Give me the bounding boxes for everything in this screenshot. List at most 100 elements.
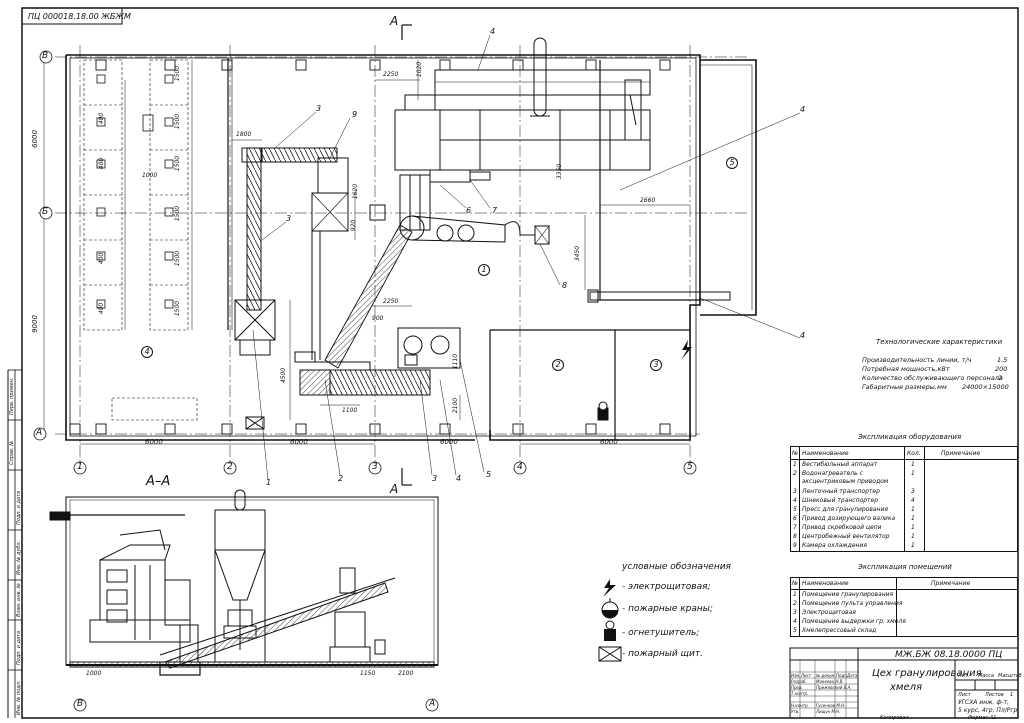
dim-2100-plan: 2100: [452, 397, 460, 414]
extinguisher-icon: [597, 401, 609, 421]
room-5-marker: 5: [726, 157, 738, 169]
eq-row-9-name: Камера охлаждения: [802, 542, 867, 549]
rooms-table: № Наименование Примечание 1 Помещение гр…: [790, 577, 1018, 637]
tb-name-person-1: Мокеева Н.В.: [816, 679, 844, 684]
tb-sheets: Листов: [985, 692, 1004, 698]
rm-row-2-n: 2: [793, 600, 797, 607]
tb-name-person-4: Лищук М.Н.: [816, 709, 841, 714]
callout-6: 6: [466, 206, 472, 215]
side-strip: Перв. примен. Справ. № Подп. и дата Инв.…: [7, 369, 22, 718]
rm-row-1-n: 1: [793, 591, 797, 598]
dim-bay-2: 6000: [290, 438, 308, 446]
eq-row-7-qty: 1: [911, 524, 915, 531]
eq-row-5-n: 5: [793, 506, 797, 513]
tb-role-6: Разраб.: [791, 679, 807, 684]
dim-1500-5: 1500: [174, 250, 182, 267]
tb-mass: Масса: [978, 673, 994, 679]
tech-title: Технологические характеристики: [876, 338, 1003, 346]
rm-row-4-n: 4: [793, 618, 797, 625]
tb-code: МЖ.БЖ 08.18.0000 ПЦ: [895, 650, 1003, 660]
side-label-4: Инв. № дубл.: [16, 541, 22, 575]
dim-1500-2: 1500: [174, 113, 182, 130]
callout-1: 1: [266, 478, 272, 487]
dim-1500-6: 1500: [174, 300, 182, 317]
tb-copied: Копировал: [880, 715, 909, 721]
rm-row-3-n: 3: [793, 609, 797, 616]
tb-role-9: Н.контр.: [791, 703, 809, 708]
dim-bay-4: 6000: [600, 438, 618, 446]
dim-bay-3: 6000: [440, 438, 458, 446]
dim-2250-mid: 2250: [383, 298, 399, 305]
eq-header-qty: Кол.: [907, 450, 921, 457]
axis-col-4: 4: [517, 462, 523, 472]
callout-3-lower: 3: [432, 474, 438, 483]
legend-item-2: - пожарные краны;: [622, 604, 713, 614]
tb-name-person-3: Гусенков М.Н.: [816, 703, 846, 708]
eq-row-8-name: Центробежный вентилятор: [802, 533, 890, 540]
axis-row-a-section: А: [429, 699, 436, 709]
side-label-2: Справ. №: [9, 441, 15, 465]
eq-header-name: Наименование: [802, 450, 849, 457]
tb-role-10: Утв.: [791, 709, 800, 714]
floor-plan: [38, 24, 801, 486]
axis-col-3: 3: [372, 462, 378, 472]
dim-1110: 1110: [452, 353, 460, 370]
section-title: А–А: [146, 474, 171, 489]
axis-row-b: Б: [42, 207, 49, 217]
rm-header-n: №: [792, 580, 799, 587]
axis-row-a: А: [36, 428, 43, 438]
eq-row-6-name: Привод дозирующего валика: [802, 515, 896, 522]
eq-row-4-name: Шнековый транспортер: [802, 497, 879, 504]
eq-row-1-qty: 1: [911, 461, 915, 468]
dim-row-lower: 9000: [30, 315, 39, 333]
axis-col-1: 1: [77, 462, 83, 472]
axis-row-v-section: В: [77, 699, 84, 709]
tech-row-4-value: 24000×15000: [962, 383, 1009, 391]
callout-4-lower: 4: [456, 474, 462, 483]
tb-name-person-2: Прижевский В.А.: [816, 685, 852, 690]
tb-name-2: хмеля: [890, 682, 923, 693]
eq-row-3-n: 3: [793, 488, 797, 495]
eq-row-3-qty: 3: [911, 488, 915, 495]
tb-role-2: Лист: [801, 673, 812, 678]
eq-row-6-n: 6: [793, 515, 797, 522]
callout-3-mid: 3: [286, 214, 292, 223]
rm-row-5-name: Хмелепрессовый склад: [802, 627, 877, 634]
tb-sheet: Лист: [958, 692, 971, 698]
tb-role-5: Дата: [847, 673, 858, 678]
equipment-table: № Наименование Кол. Примечание 1 Вестибю…: [790, 446, 1018, 552]
eq-row-7-n: 7: [793, 524, 797, 531]
dim-400-2: 400: [98, 157, 106, 170]
dim-2660: 2660: [640, 197, 656, 204]
dim-row-upper: 6000: [30, 130, 39, 148]
rm-header-name: Наименование: [802, 580, 849, 587]
side-label-3: Подп. и дата: [16, 491, 22, 525]
callout-4-right: 4: [800, 105, 806, 114]
eq-row-4-n: 4: [793, 497, 797, 504]
eq-row-4-qty: 4: [911, 497, 915, 504]
tb-sheets-count: 1: [1010, 692, 1014, 698]
legend-item-1: - электрощитовая;: [622, 582, 711, 592]
tb-role-3: № докум.: [816, 673, 836, 678]
equipment-title: Экспликация оборудования: [858, 433, 962, 441]
callout-3-upper: 3: [316, 104, 322, 113]
callout-9: 9: [352, 110, 358, 119]
tb-role-8: Т.контр.: [791, 691, 809, 696]
tb-role-1: Изм.: [791, 673, 801, 678]
eq-row-2-qty: 1: [911, 470, 915, 477]
legend-title: условные обозначения: [622, 562, 731, 572]
eq-row-2-n: 2: [793, 470, 797, 477]
rm-row-2-name: Помещение пульта управления: [802, 600, 903, 607]
dim-1500-1: 1500: [174, 65, 182, 82]
tb-org-2: 5 курс, 4гр, Пл/Ргр: [958, 707, 1018, 714]
rm-row-4-name: Помещение выдержки гр. хмеля: [802, 618, 906, 625]
callout-4-top: 4: [490, 27, 496, 36]
eq-row-1-name: Вестибюльный аппарат: [802, 461, 878, 468]
tb-format: Формат А1: [968, 715, 997, 721]
callout-5: 5: [486, 470, 492, 479]
tech-row-3-value: 2: [998, 374, 1003, 382]
dim-400-3: 400: [98, 252, 106, 265]
stamp-box: ПЦ 000018.18.00 ЖБЖМ: [21, 7, 131, 25]
dim-400-4: 400: [98, 302, 106, 315]
legend-item-4: - пожарный щит.: [622, 649, 703, 659]
